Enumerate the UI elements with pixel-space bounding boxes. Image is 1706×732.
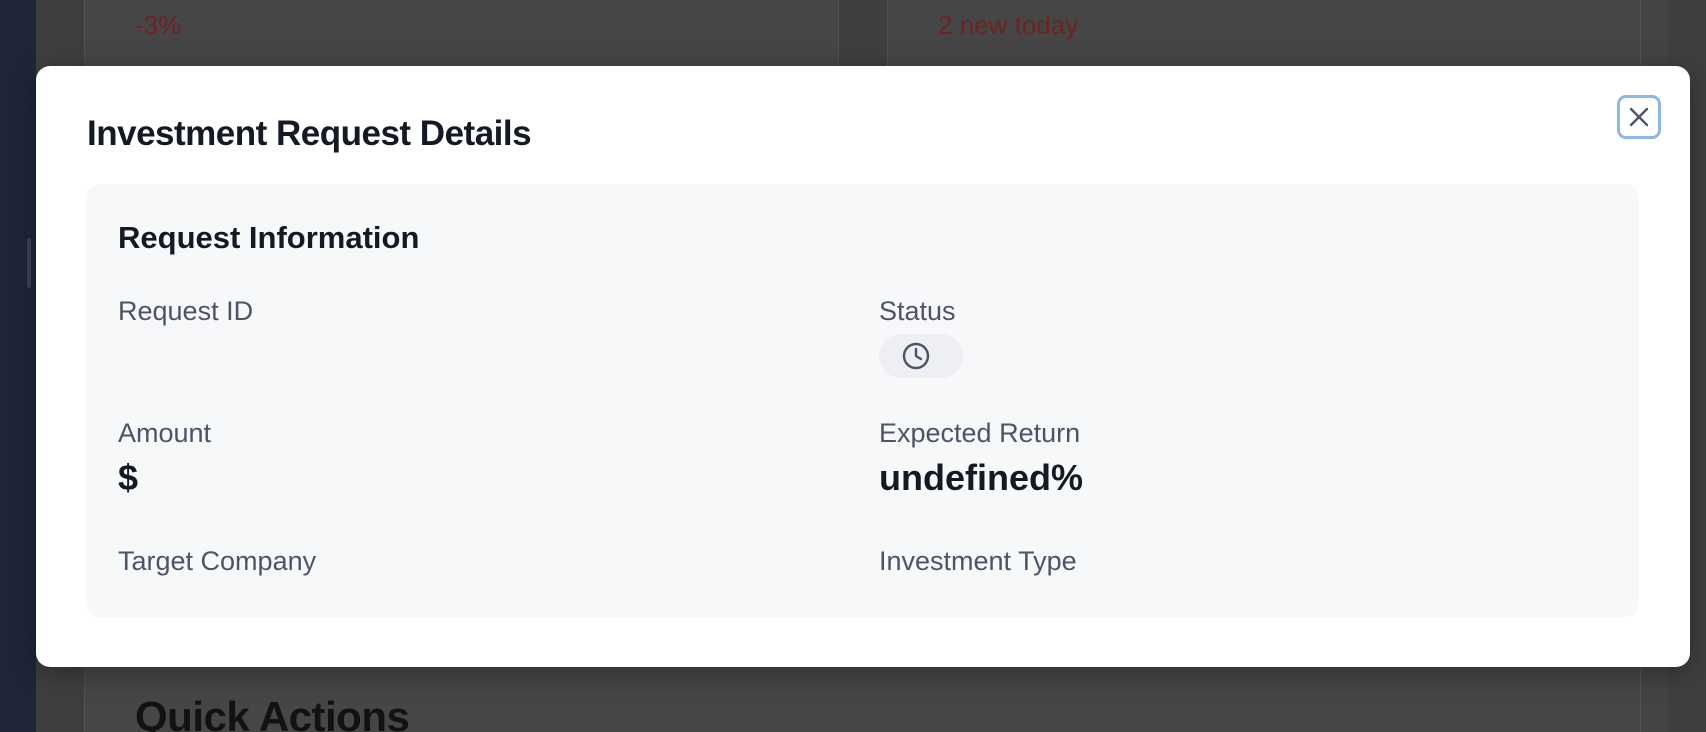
- quick-actions-title: Quick Actions: [135, 693, 410, 732]
- request-information-panel: Request Information Request ID Status Am…: [86, 184, 1639, 617]
- request-id-label: Request ID: [118, 296, 254, 326]
- investment-request-modal: Investment Request Details Request Infor…: [36, 66, 1690, 667]
- status-badge: [879, 334, 963, 378]
- amount-label: Amount: [118, 418, 212, 448]
- investment-type-field: Investment Type: [879, 546, 1077, 585]
- left-sidebar-rail: [0, 0, 36, 732]
- amount-value: $: [118, 457, 139, 498]
- investment-type-label: Investment Type: [879, 546, 1077, 576]
- stat-card: -3%: [84, 0, 839, 69]
- sidebar-resize-handle[interactable]: [27, 238, 31, 288]
- expected-return-value: undefined%: [879, 457, 1083, 498]
- quick-actions-card: Quick Actions: [84, 668, 1641, 732]
- expected-return-field: Expected Return undefined%: [879, 418, 1083, 499]
- stat-card: 2 new today: [887, 0, 1641, 69]
- target-company-field: Target Company: [118, 546, 316, 585]
- request-id-field: Request ID: [118, 296, 253, 335]
- status-label: Status: [879, 296, 956, 326]
- modal-title: Investment Request Details: [87, 114, 532, 153]
- status-field: Status: [879, 296, 963, 378]
- amount-field: Amount $: [118, 418, 211, 499]
- expected-return-label: Expected Return: [879, 418, 1081, 448]
- close-icon: [1629, 107, 1649, 127]
- clock-icon: [902, 342, 930, 370]
- stat-change: 2 new today: [938, 10, 1079, 40]
- target-company-label: Target Company: [118, 546, 317, 576]
- close-button[interactable]: [1617, 95, 1661, 139]
- panel-title: Request Information: [118, 220, 420, 255]
- stat-change: -3%: [135, 10, 182, 40]
